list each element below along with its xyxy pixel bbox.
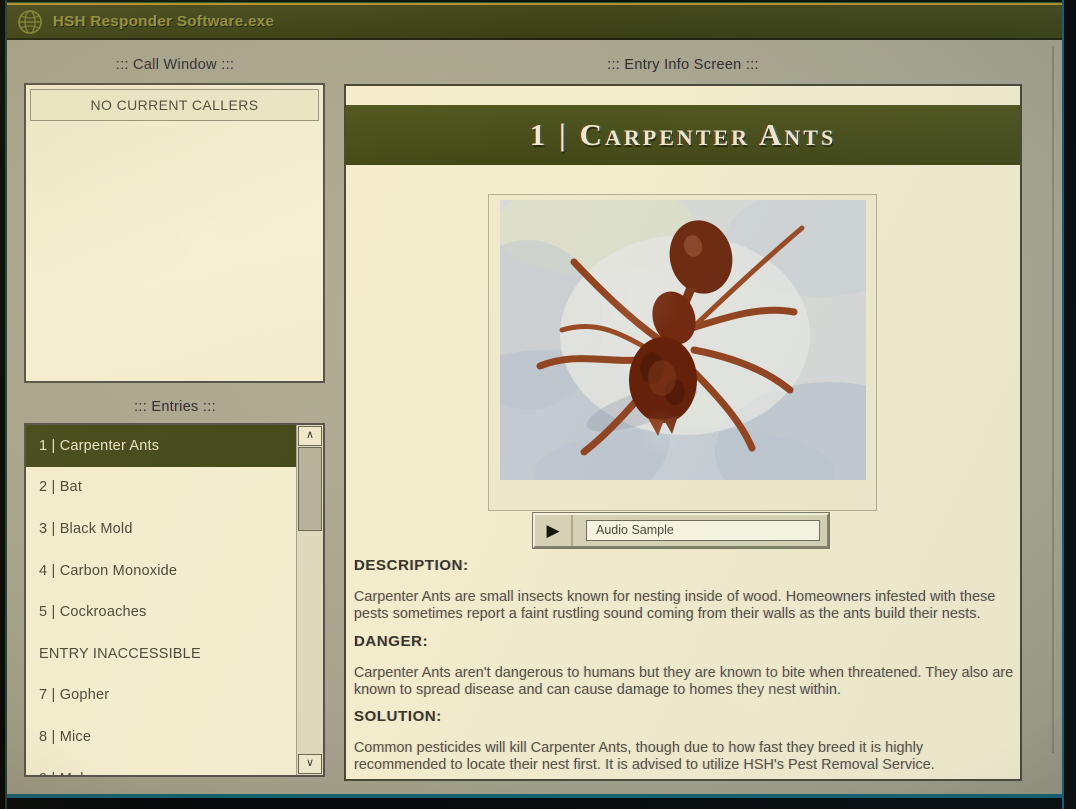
entry-item-bat[interactable]: 2 | Bat [26, 467, 296, 509]
solution-heading: SOLUTION: [354, 708, 442, 725]
monitor-bezel-left [0, 0, 7, 809]
entry-info-heading: ::: Entry Info Screen ::: [345, 57, 1021, 73]
entry-info-panel: 1 | Carpenter Ants [344, 84, 1022, 781]
scroll-up-icon: ∧ [306, 429, 314, 441]
scrollbar-thumb[interactable] [298, 447, 322, 531]
scroll-down-button[interactable]: ∨ [298, 754, 322, 774]
audio-sample-field[interactable]: Audio Sample [586, 520, 820, 541]
monitor-bezel-right [1062, 0, 1076, 809]
entry-title-banner: 1 | Carpenter Ants [346, 105, 1020, 165]
danger-heading: DANGER: [354, 633, 428, 650]
call-status-banner: NO CURRENT CALLERS [30, 89, 319, 121]
entry-item-mice[interactable]: 8 | Mice [26, 716, 296, 758]
audio-player: ▶ Audio Sample [533, 513, 829, 548]
play-button[interactable]: ▶ [535, 515, 573, 546]
entry-photo-frame [488, 194, 877, 511]
entry-item-inaccessible[interactable]: ENTRY INACCESSIBLE [26, 633, 296, 675]
monitor-bezel-top [0, 0, 1076, 5]
entries-scrollbar[interactable]: ∧ ∨ [296, 425, 323, 775]
scroll-down-icon: ∨ [306, 757, 314, 769]
window-groove [1052, 46, 1054, 753]
call-window-panel: NO CURRENT CALLERS [24, 83, 325, 383]
danger-body: Carpenter Ants aren't dangerous to human… [354, 665, 1016, 699]
entries-heading: ::: Entries ::: [20, 399, 330, 415]
entry-title: 1 | Carpenter Ants [530, 117, 836, 153]
entry-item-cockroaches[interactable]: 5 | Cockroaches [26, 591, 296, 633]
description-body: Carpenter Ants are small insects known f… [354, 589, 1016, 623]
scroll-up-button[interactable]: ∧ [298, 426, 322, 446]
entry-item-carbon-monoxide[interactable]: 4 | Carbon Monoxide [26, 550, 296, 592]
call-window-heading: ::: Call Window ::: [20, 57, 330, 73]
entry-item-mole[interactable]: 9 | Mole [26, 758, 296, 775]
monitor-bezel-bottom [0, 794, 1076, 809]
entry-item-gopher[interactable]: 7 | Gopher [26, 675, 296, 717]
window-title: HSH Responder Software.exe [53, 13, 274, 30]
entry-item-carpenter-ants[interactable]: 1 | Carpenter Ants [26, 425, 296, 467]
carpenter-ant-photo [500, 200, 866, 480]
entries-list-panel: 1 | Carpenter Ants 2 | Bat 3 | Black Mol… [24, 423, 325, 777]
description-heading: DESCRIPTION: [354, 557, 469, 574]
solution-body: Common pesticides will kill Carpenter An… [354, 740, 1016, 774]
window-titlebar[interactable]: HSH Responder Software.exe [7, 5, 1062, 40]
entries-list: 1 | Carpenter Ants 2 | Bat 3 | Black Mol… [26, 425, 296, 775]
play-icon: ▶ [546, 521, 559, 541]
entry-item-black-mold[interactable]: 3 | Black Mold [26, 508, 296, 550]
globe-icon [17, 9, 43, 35]
